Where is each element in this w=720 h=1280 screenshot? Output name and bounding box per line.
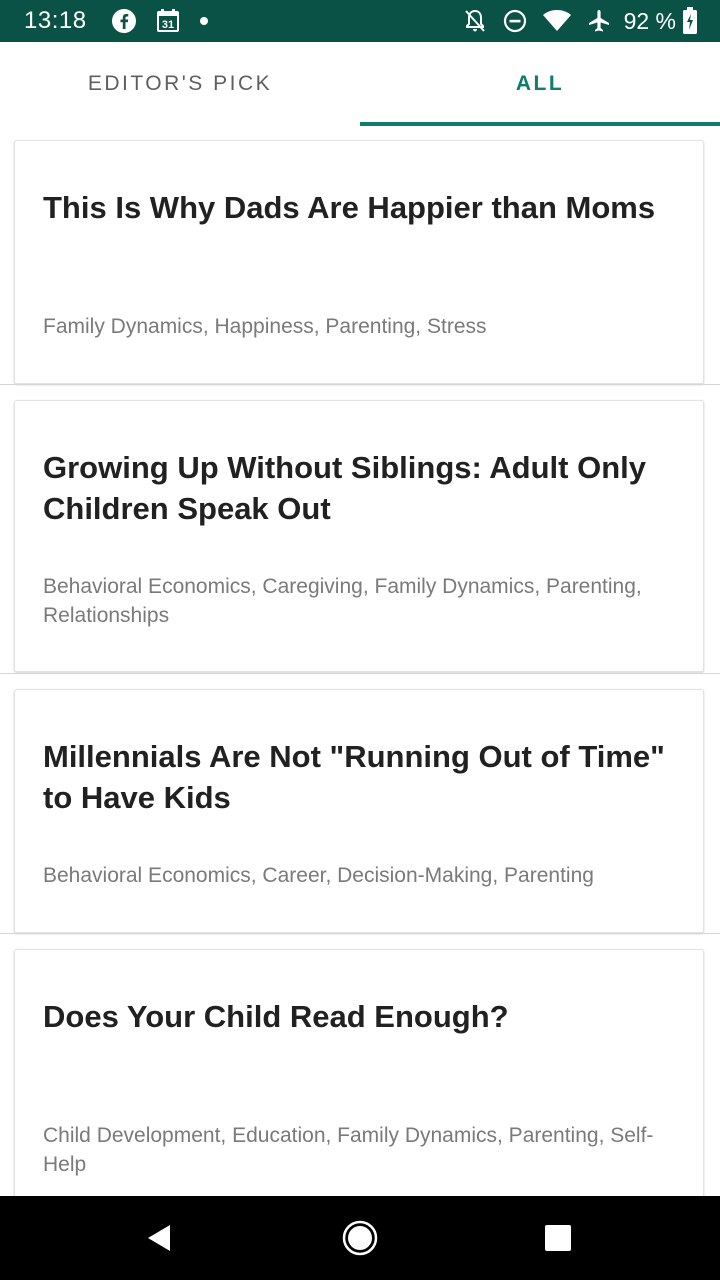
airplane-icon: [586, 8, 612, 34]
article-title: Millennials Are Not "Running Out of Time…: [43, 739, 665, 815]
article-card[interactable]: Growing Up Without Siblings: Adult Only …: [14, 400, 704, 672]
home-icon[interactable]: [338, 1216, 382, 1260]
article-list[interactable]: This Is Why Dads Are Happier than Moms F…: [0, 126, 720, 1196]
article-card[interactable]: Does Your Child Read Enough? Child Devel…: [14, 949, 704, 1196]
navigation-bar: [0, 1196, 720, 1280]
status-time: 13:18: [24, 7, 87, 34]
divider: [0, 384, 720, 385]
article-title: This Is Why Dads Are Happier than Moms: [43, 190, 656, 225]
article-tags: Family Dynamics, Happiness, Parenting, S…: [43, 315, 487, 338]
battery-percent: 92 %: [623, 7, 676, 34]
calendar-icon: 31: [155, 8, 181, 34]
recents-icon[interactable]: [536, 1216, 580, 1260]
status-left: 13:18 31: [24, 0, 227, 42]
article-title: Growing Up Without Siblings: Adult Only …: [43, 450, 646, 526]
article-tags: Child Development, Education, Family Dyn…: [43, 1124, 654, 1176]
tab-bar: EDITOR'S PICK ALL: [0, 42, 720, 126]
article-tags: Behavioral Economics, Caregiving, Family…: [43, 575, 642, 627]
article-title: Does Your Child Read Enough?: [43, 999, 509, 1034]
dot-icon: [199, 16, 209, 26]
wifi-icon: [542, 8, 572, 34]
tab-all[interactable]: ALL: [360, 42, 720, 126]
divider: [0, 673, 720, 674]
calendar-day: 31: [161, 19, 173, 31]
battery-icon: [682, 7, 698, 35]
back-icon[interactable]: [138, 1216, 182, 1260]
article-card[interactable]: Millennials Are Not "Running Out of Time…: [14, 689, 704, 933]
do-not-disturb-icon: [502, 8, 528, 34]
status-bar: 13:18 31 92 %: [0, 0, 720, 42]
divider: [0, 933, 720, 934]
article-tags: Behavioral Economics, Career, Decision-M…: [43, 864, 594, 887]
status-right: 92 %: [448, 0, 698, 42]
facebook-icon: [111, 8, 137, 34]
notifications-off-icon: [462, 8, 488, 34]
article-card[interactable]: This Is Why Dads Are Happier than Moms F…: [14, 140, 704, 384]
tab-editors-pick[interactable]: EDITOR'S PICK: [0, 42, 360, 126]
